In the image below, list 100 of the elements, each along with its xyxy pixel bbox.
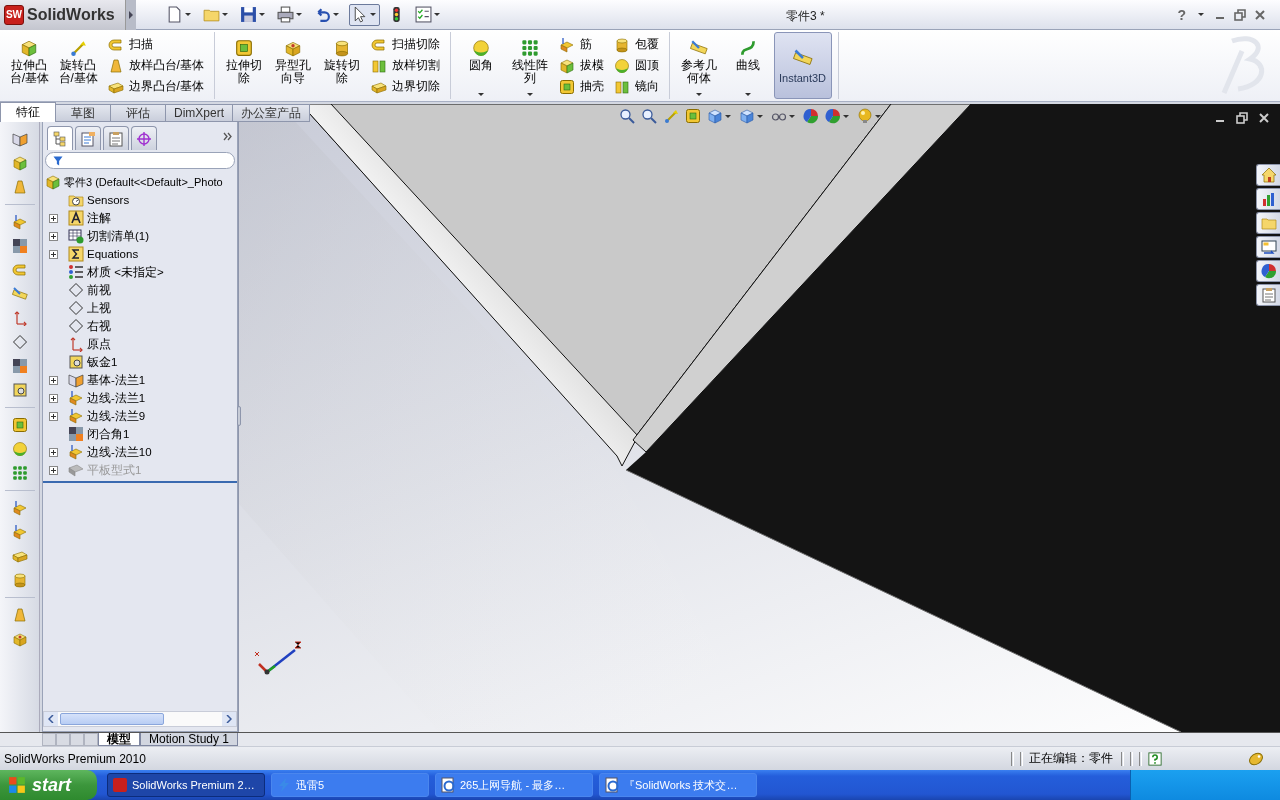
app-menu-button[interactable]: SW SolidWorks [0, 0, 126, 30]
zoom-to-fit-button[interactable] [619, 108, 635, 124]
taskbar-button[interactable]: 『SolidWorks 技术交… [599, 773, 757, 797]
sphere-button[interactable] [10, 440, 29, 458]
expand-icon[interactable] [49, 447, 58, 457]
expand-icon[interactable] [49, 393, 58, 403]
command-button[interactable]: 拔模 [554, 55, 608, 76]
expand-icon[interactable] [49, 231, 58, 241]
command-button[interactable]: 圆顶 [609, 55, 663, 76]
sheet-metal-part-drawing[interactable] [239, 104, 1280, 732]
command-button[interactable]: 曲线 [724, 32, 772, 99]
view-settings-button[interactable] [857, 108, 883, 124]
command-button[interactable]: 包覆 [609, 34, 663, 55]
command-tab[interactable]: 草图 [55, 104, 111, 122]
pointer-button[interactable] [349, 3, 380, 26]
view-orientation-button[interactable] [707, 108, 733, 124]
command-button[interactable]: 放样凸台/基体 [103, 55, 208, 76]
taskbar-button[interactable]: 265上网导航 - 最多… [435, 773, 593, 797]
display-style-button[interactable] [739, 108, 765, 124]
scene-button[interactable] [825, 108, 851, 124]
command-button[interactable]: 线性阵列 [506, 32, 553, 99]
appearance-button[interactable] [803, 108, 819, 124]
task-pane-tab[interactable] [1256, 260, 1280, 282]
tree-item[interactable]: 上视 [87, 300, 111, 316]
task-pane-tab[interactable] [1256, 284, 1280, 306]
tree-root[interactable]: 零件3 (Default<<Default>_Photo [64, 174, 223, 190]
zoom-area-button[interactable] [641, 108, 657, 124]
tag-icon[interactable] [1248, 750, 1264, 767]
restore-icon[interactable] [1234, 8, 1246, 21]
tree-item[interactable]: 右视 [87, 318, 111, 334]
windows-flag-icon [8, 776, 26, 794]
filter-field[interactable] [45, 152, 235, 169]
command-tab[interactable]: 办公室产品 [232, 104, 310, 122]
frame-button[interactable] [10, 416, 29, 434]
task-pane-tab[interactable] [1256, 164, 1280, 186]
command-button[interactable]: 扫描 [103, 34, 208, 55]
scroll-right-icon[interactable] [226, 715, 232, 723]
ruler-icon [792, 47, 813, 68]
command-button[interactable]: 参考几何体 [675, 32, 723, 99]
tree-item[interactable]: 材质 <未指定> [87, 264, 164, 280]
tree-item[interactable]: 边线-法兰10 [87, 444, 152, 460]
taskbar-button[interactable]: SolidWorks Premium 2… [107, 773, 265, 797]
caret-icon[interactable] [1196, 13, 1206, 16]
command-button[interactable]: 边界切除 [367, 76, 445, 97]
expand-icon[interactable] [49, 249, 58, 259]
tree-item[interactable]: 切割清单(1) [87, 228, 150, 244]
scroll-thumb[interactable] [60, 713, 164, 725]
command-button[interactable]: 圆角 [457, 32, 505, 99]
command-tab[interactable]: DimXpert [165, 104, 233, 122]
tree-item[interactable]: Equations [87, 248, 139, 260]
help-button[interactable]: ? [1175, 6, 1188, 23]
start-button[interactable]: start [0, 770, 97, 800]
tree-item[interactable]: Sensors [87, 194, 130, 206]
panel-tab[interactable] [47, 126, 73, 150]
panel-tab[interactable] [75, 126, 101, 150]
model-tab[interactable]: Motion Study 1 [140, 733, 239, 746]
chevron-icon[interactable] [223, 131, 233, 141]
taskbar-button[interactable]: 迅雷5 [271, 773, 429, 797]
properties-icon [80, 130, 96, 147]
help-icon[interactable] [1148, 751, 1162, 766]
expand-icon[interactable] [49, 411, 58, 421]
panel-tab[interactable] [131, 126, 157, 150]
restore-icon[interactable] [1236, 112, 1248, 124]
horizontal-scrollbar[interactable] [43, 711, 237, 727]
command-button[interactable]: 筋 [554, 34, 608, 55]
tree-item[interactable]: 闭合角1 [87, 426, 130, 442]
tree-item[interactable]: 基体-法兰1 [87, 372, 146, 388]
tree-item[interactable]: 前视 [87, 282, 111, 298]
tree-item[interactable]: 钣金1 [87, 354, 118, 370]
task-pane-tab[interactable] [1256, 212, 1280, 234]
command-button[interactable]: 放样切割 [367, 55, 445, 76]
close-icon[interactable] [1254, 8, 1266, 21]
command-button[interactable]: 扫描切除 [367, 34, 445, 55]
expand-icon[interactable] [49, 213, 58, 223]
miter-button[interactable] [10, 237, 29, 255]
command-button[interactable]: 拉伸切除 [220, 32, 268, 99]
command-button[interactable]: 旋转凸台/基体 [54, 32, 102, 99]
tree-item[interactable]: 原点 [87, 336, 111, 352]
grid-button[interactable] [10, 464, 29, 482]
tree-item[interactable]: 边线-法兰1 [87, 390, 146, 406]
task-pane-tab[interactable] [1256, 236, 1280, 258]
command-button[interactable]: 旋转切除 [318, 32, 366, 99]
task-pane-tab[interactable] [1256, 188, 1280, 210]
expand-icon[interactable] [49, 375, 58, 385]
command-button[interactable]: 异型孔向导 [269, 32, 317, 99]
tree-item[interactable]: 注解 [87, 210, 111, 226]
tree-item[interactable]: 边线-法兰9 [87, 408, 146, 424]
instant3d-toggle[interactable]: Instant3D [773, 32, 832, 99]
flyout-arrow-button[interactable] [126, 0, 136, 30]
command-button[interactable]: 抽壳 [554, 76, 608, 97]
panel-tab[interactable] [103, 126, 129, 150]
command-button[interactable]: 拉伸凸台/基体 [6, 32, 53, 99]
flange-button[interactable] [10, 213, 29, 231]
command-tab[interactable]: 评估 [110, 104, 166, 122]
command-button[interactable]: 镜向 [609, 76, 663, 97]
scroll-left-icon[interactable] [48, 715, 54, 723]
command-button[interactable]: 边界凸台/基体 [103, 76, 208, 97]
corner-button[interactable] [10, 357, 29, 375]
model-tab[interactable]: 模型 [98, 733, 140, 746]
command-tab[interactable]: 特征 [0, 102, 56, 122]
